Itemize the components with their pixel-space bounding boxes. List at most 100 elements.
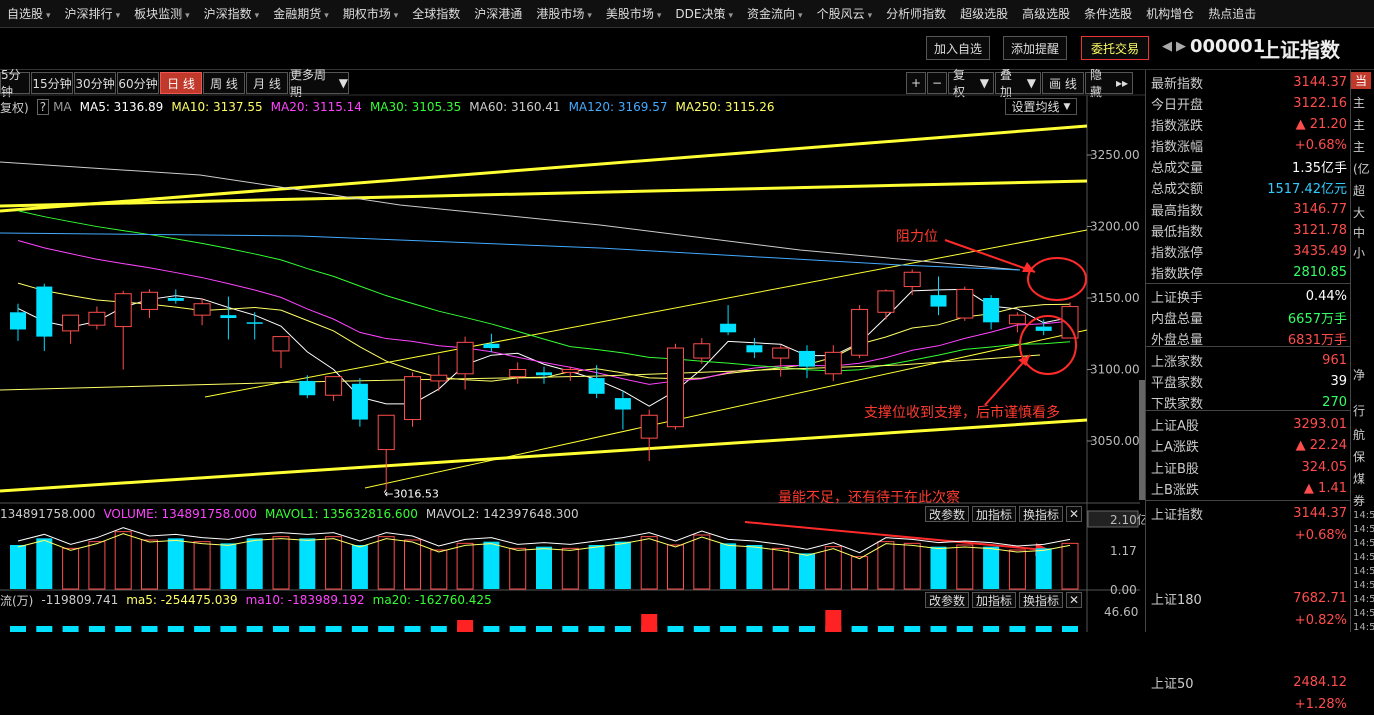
index-change-row: +0.82%: [1146, 610, 1351, 631]
kline-chart[interactable]: 3250.00 3200.00 3150.00 3100.00 3050.00 ←3016…: [0, 0, 1145, 632]
flow-close-icon[interactable]: ✕: [1066, 592, 1082, 608]
side-list-item[interactable]: 14:5: [1353, 566, 1374, 577]
index-name: 上证指数: [1151, 508, 1204, 523]
volume-bar: [1035, 548, 1052, 589]
quote-label: 总成交量: [1151, 161, 1204, 176]
flow-bar: [667, 626, 684, 632]
flow-swap-indicator-button[interactable]: 换指标: [1019, 592, 1063, 608]
candle-body: [299, 380, 316, 396]
side-list-item[interactable]: 14:5: [1353, 538, 1374, 549]
side-list-item[interactable]: 14:5: [1353, 622, 1374, 632]
side-list-item[interactable]: 行: [1353, 402, 1365, 419]
panel-divider: [1146, 500, 1351, 501]
index-change-row: +0.68%: [1146, 525, 1351, 546]
quote-value: ▲ 1.41: [1303, 481, 1347, 496]
flow-bar: [956, 626, 973, 632]
flow-bar: [325, 626, 342, 632]
volume-bar: [62, 547, 80, 590]
candle-body: [640, 414, 658, 439]
side-list-item[interactable]: 净: [1353, 366, 1365, 383]
flow-bar: [746, 626, 763, 632]
side-list-item[interactable]: (亿: [1353, 160, 1370, 177]
side-list-item[interactable]: 14:5: [1353, 510, 1374, 521]
candle-body: [693, 343, 711, 359]
flow-bar: [562, 626, 579, 632]
volume-bar: [983, 546, 1000, 589]
vol-tick-label: 0.00: [1110, 583, 1137, 597]
volume-bar: [930, 546, 947, 589]
candle-body: [824, 351, 842, 375]
menu-item-17[interactable]: 机构增仓: [1139, 5, 1201, 22]
quote-row: 上证B股 324.05: [1146, 457, 1351, 478]
flow-bar: [720, 626, 737, 632]
index-name: 上证180: [1151, 593, 1202, 608]
side-list-item[interactable]: 中: [1353, 224, 1365, 241]
side-list-item[interactable]: 小: [1353, 244, 1365, 261]
price-tick-label: 3150.00: [1090, 291, 1140, 305]
menu-item-18[interactable]: 热点追击: [1201, 5, 1263, 22]
quote-row: 最新指数 3144.37: [1146, 72, 1351, 93]
candle-body: [903, 271, 921, 288]
side-list-item[interactable]: 14:5: [1353, 552, 1374, 563]
candle-body: [956, 288, 974, 319]
side-list-item[interactable]: 保: [1353, 448, 1365, 465]
quote-value: 39: [1330, 374, 1347, 389]
flow-change-param-button[interactable]: 改参数: [925, 592, 969, 608]
mavol1-value: MAVOL1: 135632816.600: [264, 507, 418, 521]
flow-bar: [825, 610, 842, 632]
side-list-item[interactable]: 主: [1353, 94, 1365, 111]
index-row[interactable]: 上证180 7682.71: [1146, 588, 1351, 609]
flow-bar: [641, 614, 658, 632]
flow-ma20: ma20: -162760.425: [372, 593, 492, 607]
side-list-item[interactable]: 煤: [1353, 470, 1365, 487]
volume-add-indicator-button[interactable]: 加指标: [972, 506, 1016, 522]
index-row[interactable]: 上证50 2484.12: [1146, 672, 1351, 693]
quote-label: 最高指数: [1151, 204, 1204, 219]
flow-add-indicator-button[interactable]: 加指标: [972, 592, 1016, 608]
volume-bar: [167, 538, 184, 589]
volume-bar: [561, 547, 579, 590]
side-list-item[interactable]: 当: [1351, 72, 1372, 89]
index-row[interactable]: 上证指数 3144.37: [1146, 503, 1351, 524]
side-list-item[interactable]: 大: [1353, 204, 1365, 221]
volume-bar: [456, 542, 474, 590]
quote-value: 324.05: [1301, 460, 1348, 475]
quote-value: +0.68%: [1294, 138, 1347, 153]
flow-legend: 流(万) -119809.741 ma5: -254475.039 ma10: …: [0, 592, 500, 608]
next-stock-icon[interactable]: ▶: [1176, 39, 1186, 54]
flow-ma5: ma5: -254475.039: [126, 593, 238, 607]
flow-bar: [194, 626, 211, 632]
side-list-item[interactable]: 主: [1353, 138, 1365, 155]
side-list-item[interactable]: 14:5: [1353, 524, 1374, 535]
volume-bar: [667, 544, 684, 590]
prev-stock-icon[interactable]: ◀: [1162, 39, 1172, 54]
flow-bar: [404, 626, 421, 632]
side-list-item[interactable]: 14:5: [1353, 580, 1374, 591]
quote-label: 指数跌停: [1151, 267, 1204, 282]
trend-line-thin: [204, 229, 1088, 398]
volume-bar: [88, 541, 106, 590]
volume-bar: [1008, 549, 1026, 590]
quote-row: 今日开盘 3122.16: [1146, 93, 1351, 114]
side-list-item[interactable]: 14:5: [1353, 594, 1374, 605]
price-tick-label: 3100.00: [1090, 363, 1140, 377]
volume-bar: [956, 544, 974, 590]
candle-body: [1008, 314, 1026, 325]
menu-label: 机构增仓: [1146, 7, 1195, 21]
quote-label: 上证B股: [1151, 462, 1199, 477]
quote-label: 指数涨停: [1151, 246, 1204, 261]
quote-row: 指数涨幅 +0.68%: [1146, 135, 1351, 156]
index-value: 2484.12: [1293, 675, 1347, 690]
volume-bar: [588, 545, 605, 589]
resistance-circle: [1027, 257, 1087, 301]
side-list-item[interactable]: 券: [1353, 492, 1365, 509]
quote-value: 1517.42亿元: [1267, 182, 1347, 197]
side-list-item[interactable]: 14:5: [1353, 608, 1374, 619]
side-list-item[interactable]: 主: [1353, 116, 1365, 133]
volume-change-param-button[interactable]: 改参数: [925, 506, 969, 522]
volume-swap-indicator-button[interactable]: 换指标: [1019, 506, 1063, 522]
volume-close-icon[interactable]: ✕: [1066, 506, 1082, 522]
candle-body: [561, 369, 579, 373]
side-list-item[interactable]: 超: [1353, 182, 1365, 199]
side-list-item[interactable]: 航: [1353, 426, 1365, 443]
